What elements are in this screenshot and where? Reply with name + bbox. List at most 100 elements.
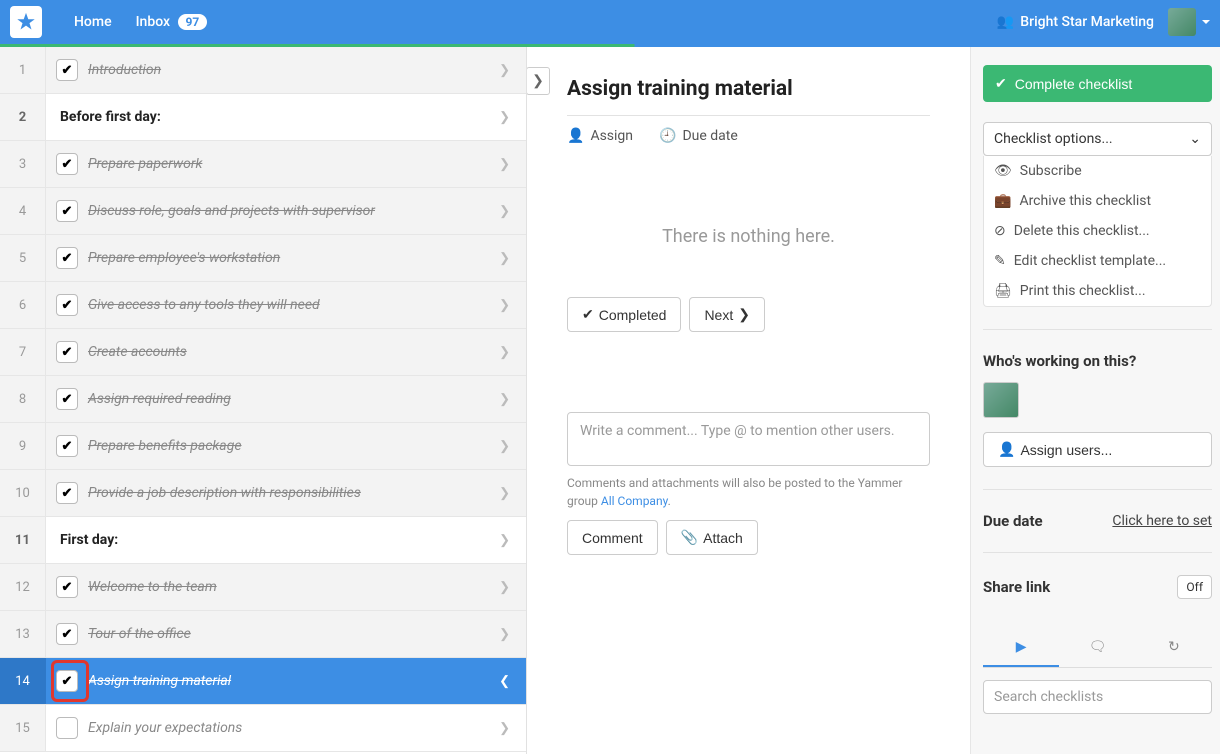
tab-history[interactable]: ↻ <box>1136 629 1212 667</box>
user-avatar[interactable] <box>1168 8 1196 36</box>
task-checkbox[interactable] <box>56 388 78 410</box>
task-checkbox[interactable] <box>56 670 78 692</box>
task-number: 3 <box>0 141 46 187</box>
users-icon: 👥 <box>997 14 1014 30</box>
working-heading: Who's working on this? <box>983 352 1212 370</box>
task-detail: ❯ Assign training material 👤Assign 🕘Due … <box>527 47 970 754</box>
complete-checklist-button[interactable]: ✔ Complete checklist <box>983 65 1212 102</box>
collapse-sidebar-button[interactable]: ❯ <box>527 67 550 95</box>
task-section-header[interactable]: 2 Before first day:❯ <box>0 94 526 141</box>
task-checkbox[interactable] <box>56 482 78 504</box>
comment-input[interactable]: Write a comment... Type @ to mention oth… <box>567 412 930 466</box>
task-checkbox[interactable] <box>56 59 78 81</box>
user-menu-caret[interactable] <box>1202 20 1210 24</box>
checklist-options-dropdown[interactable]: Checklist options... ⌄ <box>983 122 1212 156</box>
menu-archive[interactable]: 💼Archive this checklist <box>984 186 1211 216</box>
task-checkbox[interactable] <box>56 341 78 363</box>
task-row[interactable]: 1Introduction❯ <box>0 47 526 94</box>
task-row[interactable]: 9Prepare benefits package❯ <box>0 423 526 470</box>
menu-delete[interactable]: ⊘Delete this checklist... <box>984 216 1211 246</box>
task-number: 9 <box>0 423 46 469</box>
chevron-right-icon: ❮ <box>499 674 526 689</box>
inbox-count-badge: 97 <box>178 14 208 30</box>
play-icon: ▶ <box>1016 639 1027 655</box>
assign-action[interactable]: 👤Assign <box>567 128 633 144</box>
task-row[interactable]: 10 Provide a job description with respons… <box>0 470 526 517</box>
task-title: Discuss role, goals and projects with su… <box>88 203 499 219</box>
yammer-group-link[interactable]: All Company <box>601 494 668 508</box>
task-row[interactable]: 14Assign training material❮ <box>0 658 526 705</box>
task-checkbox[interactable] <box>56 623 78 645</box>
task-checkbox[interactable] <box>56 576 78 598</box>
menu-edit[interactable]: ✎Edit checklist template... <box>984 246 1211 276</box>
task-row[interactable]: 5Prepare employee's workstation❯ <box>0 235 526 282</box>
comment-button[interactable]: Comment <box>567 520 658 555</box>
task-row[interactable]: 6Give access to any tools they will need… <box>0 282 526 329</box>
chevron-down-icon: ⌄ <box>1189 131 1201 147</box>
history-icon: ↻ <box>1168 639 1180 655</box>
chevron-right-icon: ❯ <box>499 63 526 78</box>
search-checklists-input[interactable]: Search checklists <box>983 680 1212 714</box>
app-logo[interactable] <box>10 6 42 38</box>
task-row[interactable]: 8 Assign required reading❯ <box>0 376 526 423</box>
tab-run[interactable]: ▶ <box>983 629 1059 667</box>
task-checkbox[interactable] <box>56 247 78 269</box>
task-checkbox[interactable] <box>56 200 78 222</box>
completed-button[interactable]: ✔Completed <box>567 297 681 332</box>
task-number: 13 <box>0 611 46 657</box>
task-row[interactable]: 3Prepare paperwork❯ <box>0 141 526 188</box>
task-row[interactable]: 7Create accounts❯ <box>0 329 526 376</box>
task-title: Welcome to the team <box>88 579 499 595</box>
task-title: Tour of the office <box>88 626 499 642</box>
comments-icon: 🗨 <box>1089 639 1107 655</box>
task-checkbox[interactable] <box>56 294 78 316</box>
share-link-toggle[interactable]: Off <box>1177 575 1212 599</box>
task-checkbox[interactable] <box>56 717 78 739</box>
topbar: Home Inbox 97 👥 Bright Star Marketing <box>0 0 1220 44</box>
chevron-right-icon: ❯ <box>499 392 526 407</box>
clock-icon: 🕘 <box>659 128 676 144</box>
check-icon: ✔ <box>995 75 1007 92</box>
nav-inbox-label: Inbox <box>136 14 170 30</box>
assignee-avatar[interactable] <box>983 382 1019 418</box>
task-title: Assign training material <box>88 673 499 689</box>
menu-subscribe[interactable]: 👁Subscribe <box>984 156 1211 186</box>
task-number: 2 <box>0 94 46 140</box>
chevron-right-icon: ❯ <box>499 721 526 736</box>
attach-button[interactable]: 📎Attach <box>666 520 758 555</box>
task-row[interactable]: 13 Tour of the office❯ <box>0 611 526 658</box>
assign-users-button[interactable]: 👤Assign users... <box>983 432 1212 467</box>
chevron-right-icon: ❯ <box>499 439 526 454</box>
paperclip-icon: 📎 <box>681 529 698 546</box>
task-title: Before first day: <box>60 109 499 125</box>
chevron-right-icon: ❯ <box>499 110 526 125</box>
duedate-action[interactable]: 🕘Due date <box>659 128 738 144</box>
print-icon: 🖨 <box>994 283 1012 299</box>
set-due-date-link[interactable]: Click here to set <box>1112 513 1212 529</box>
task-row[interactable]: 15Explain your expectations❯ <box>0 705 526 752</box>
delete-icon: ⊘ <box>994 223 1006 239</box>
empty-state: There is nothing here. <box>527 166 970 297</box>
task-title: Assign required reading <box>88 391 499 407</box>
task-title: Provide a job description with responsib… <box>88 485 499 501</box>
task-row[interactable]: 12 Welcome to the team❯ <box>0 564 526 611</box>
org-switcher[interactable]: 👥 Bright Star Marketing <box>997 14 1154 30</box>
task-number: 5 <box>0 235 46 281</box>
tab-comments[interactable]: 🗨 <box>1059 629 1135 667</box>
task-number: 10 <box>0 470 46 516</box>
nav-inbox[interactable]: Inbox 97 <box>124 14 220 30</box>
chevron-right-icon: ❯ <box>499 580 526 595</box>
task-checkbox[interactable] <box>56 435 78 457</box>
task-title: Introduction <box>88 62 499 78</box>
task-checkbox[interactable] <box>56 153 78 175</box>
menu-print[interactable]: 🖨Print this checklist... <box>984 276 1211 306</box>
task-number: 8 <box>0 376 46 422</box>
task-row[interactable]: 4Discuss role, goals and projects with s… <box>0 188 526 235</box>
checklist-options-menu: 👁Subscribe 💼Archive this checklist ⊘Dele… <box>983 156 1212 307</box>
chevron-right-icon: ❯ <box>499 627 526 642</box>
task-number: 12 <box>0 564 46 610</box>
check-icon: ✔ <box>582 306 594 323</box>
next-button[interactable]: Next❯ <box>689 297 765 332</box>
nav-home[interactable]: Home <box>62 14 124 30</box>
task-section-header[interactable]: 11First day:❯ <box>0 517 526 564</box>
